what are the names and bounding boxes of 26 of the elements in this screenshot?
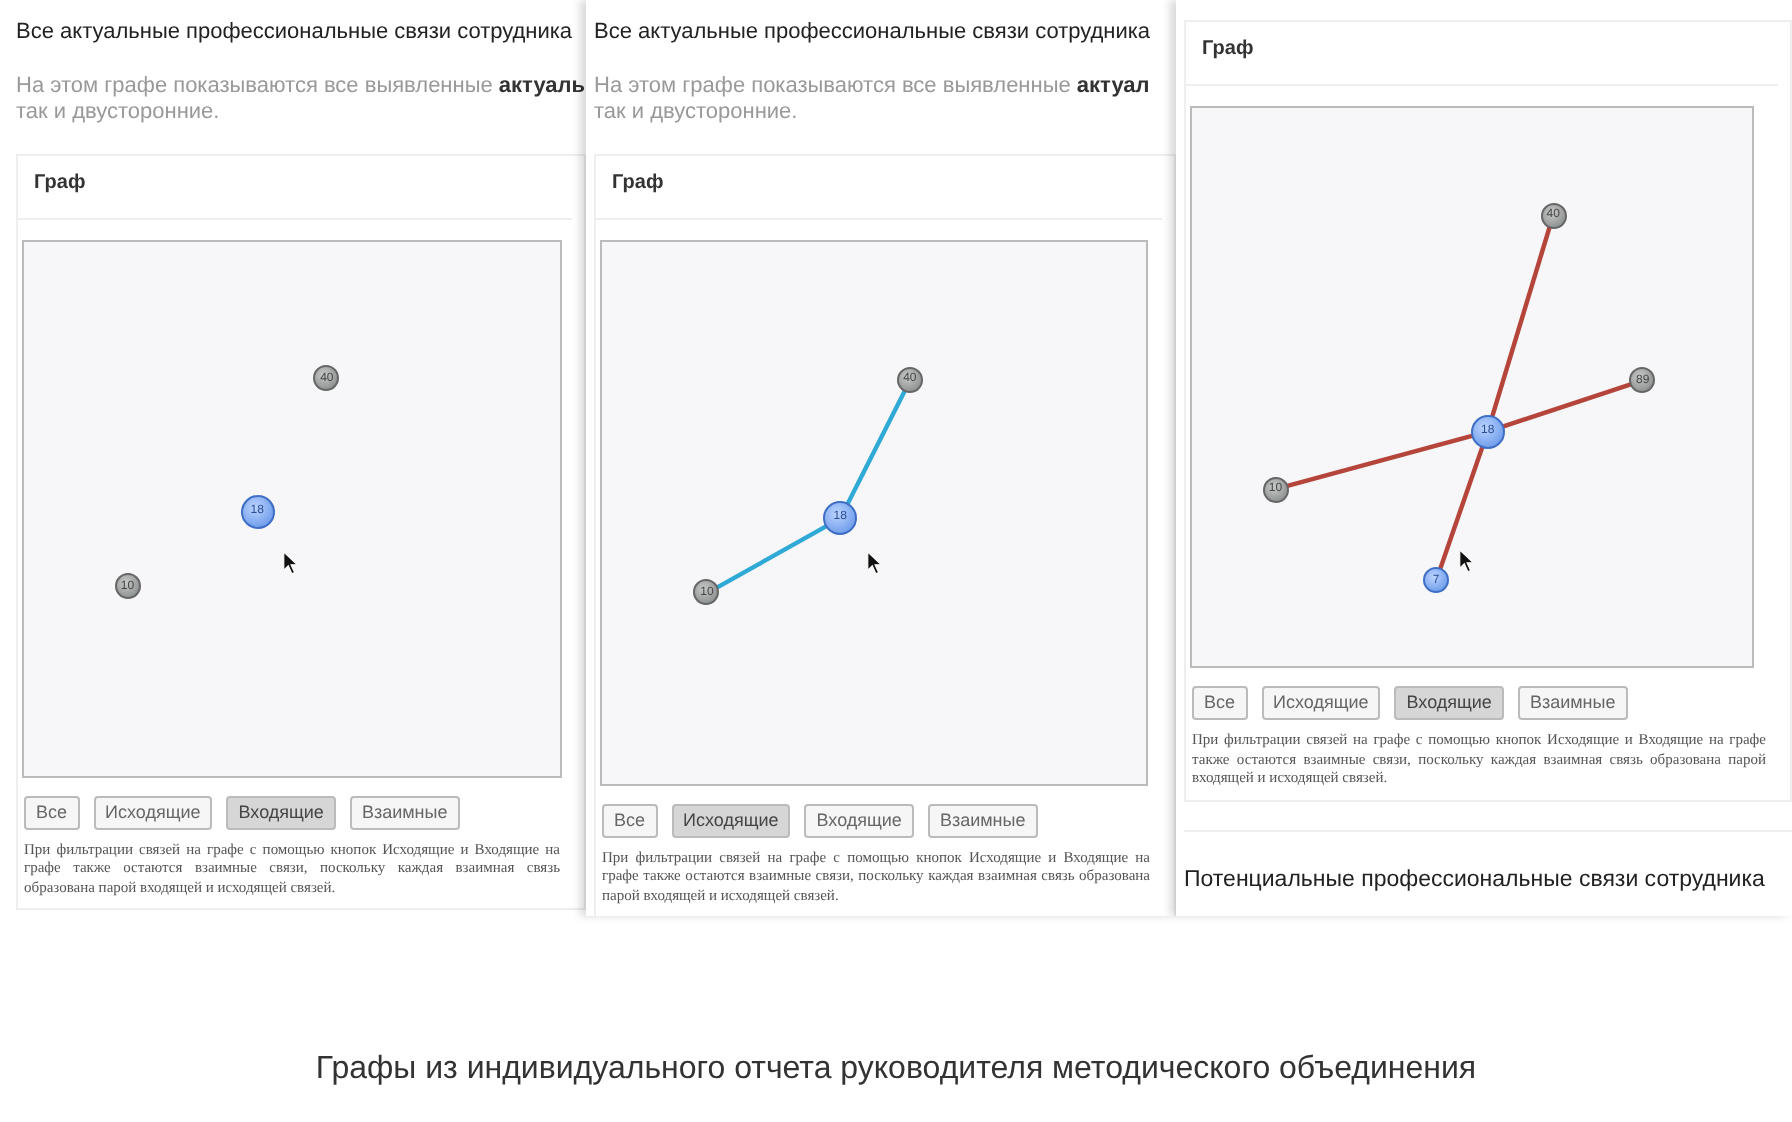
section-title: Все актуальные профессиональные связи сотрудника xyxy=(594,18,1153,48)
cursor-icon xyxy=(865,549,884,576)
description-text: так и двусторонние. xyxy=(594,99,800,125)
filter-button[interactable]: Исходящие xyxy=(671,803,791,837)
filter-button[interactable]: Все xyxy=(602,803,658,837)
filter-button[interactable]: Все xyxy=(24,795,80,829)
description-text: На этом графе показываются все выявленные актуал xyxy=(594,73,1152,99)
card-title: Граф xyxy=(612,169,664,197)
caption: Графы из индивидуального отчета руководителя методического объединения xyxy=(315,1050,1477,1090)
filter-button[interactable]: Входящие xyxy=(1394,686,1504,720)
filter-button[interactable]: Взаимные xyxy=(927,803,1038,837)
section-title: Потенциальные профессиональные связи сотрудника xyxy=(1184,829,1792,898)
filter-button[interactable]: Взаимные xyxy=(1517,686,1628,720)
cursor-icon xyxy=(1458,548,1476,575)
description-text: На этом графе показываются все выявленные актуаль xyxy=(16,73,586,99)
description-text: так и двусторонние. xyxy=(16,99,222,125)
filter-button[interactable]: Исходящие xyxy=(93,795,213,829)
filter-button[interactable]: Все xyxy=(1192,686,1248,720)
section-title: Все актуальные профессиональные связи сотрудника xyxy=(16,18,575,48)
filter-button[interactable]: Взаимные xyxy=(349,795,460,829)
card-title: Граф xyxy=(34,169,86,197)
filter-button[interactable]: Входящие xyxy=(226,795,336,829)
filter-button[interactable]: Входящие xyxy=(804,803,914,837)
filter-button[interactable]: Исходящие xyxy=(1261,686,1381,720)
card-title: Граф xyxy=(1202,36,1254,64)
cursor-icon xyxy=(281,550,300,577)
